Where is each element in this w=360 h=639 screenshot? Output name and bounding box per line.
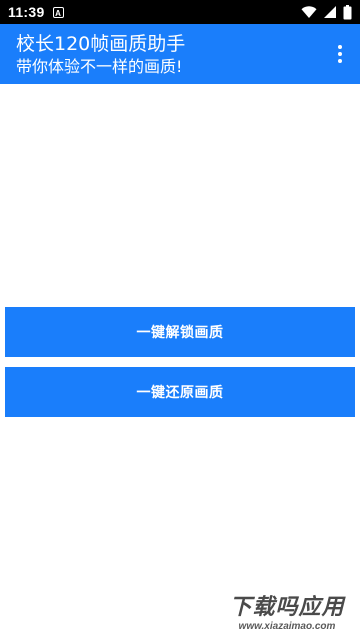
app-subtitle: 带你体验不一样的画质!: [16, 57, 183, 76]
status-bar: 11:39 A: [0, 0, 360, 24]
watermark-url: www.xiazaimao.com: [238, 621, 336, 632]
battery-icon: [343, 4, 352, 19]
wifi-icon: [301, 6, 317, 18]
watermark: 下载吗应用 www.xiazaimao.com: [218, 595, 356, 635]
restore-quality-button[interactable]: 一键还原画质: [5, 367, 355, 417]
app-bar: 校长120帧画质助手 带你体验不一样的画质!: [0, 24, 360, 84]
overflow-menu-icon[interactable]: [330, 42, 350, 66]
status-icons: [301, 4, 352, 20]
status-time: 11:39: [8, 4, 45, 20]
notification-icon: A: [52, 6, 64, 18]
watermark-brand: 下载吗应用: [229, 595, 345, 620]
unlock-quality-button[interactable]: 一键解锁画质: [5, 307, 355, 357]
cellular-signal-icon: [324, 6, 336, 18]
app-title: 校长120帧画质助手: [16, 33, 186, 55]
